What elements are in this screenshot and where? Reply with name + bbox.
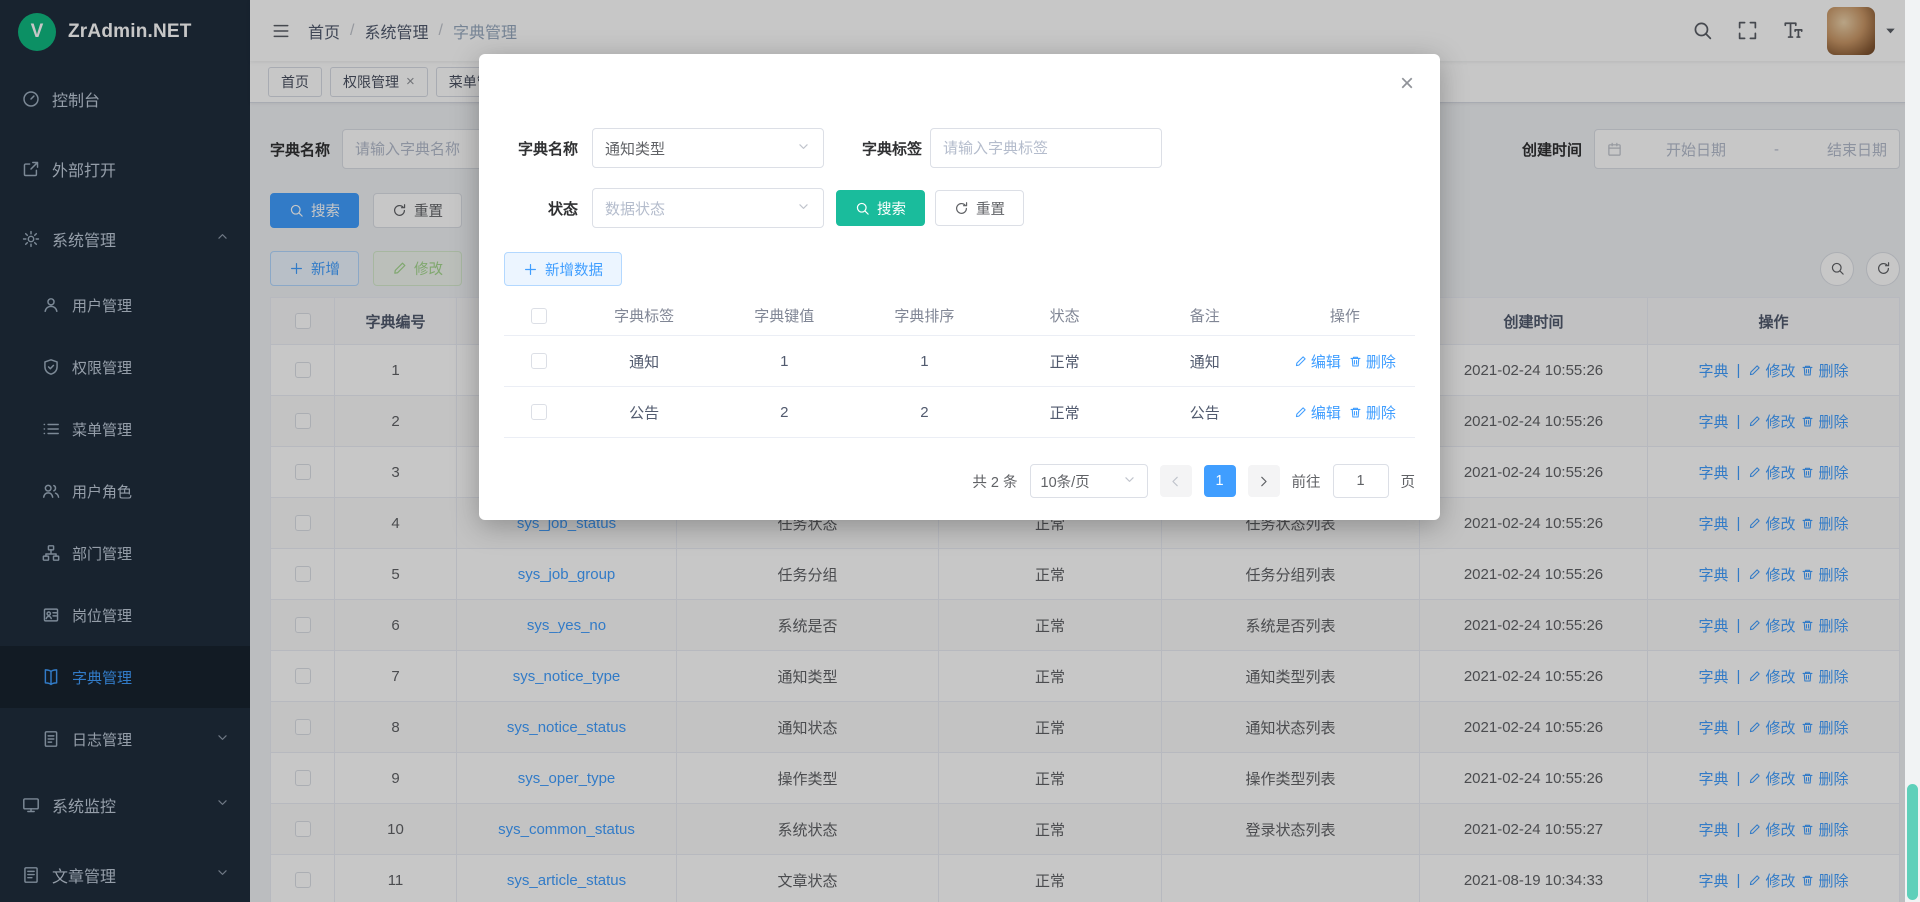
- pagination-total: 共 2 条: [972, 471, 1017, 492]
- cell-dict-sort: 2: [854, 387, 994, 437]
- cell-remark: 公告: [1135, 387, 1275, 437]
- header-dict-label: 字典标签: [574, 296, 714, 335]
- page-scrollbar[interactable]: [1905, 0, 1920, 902]
- cell-status: 正常: [995, 336, 1135, 386]
- edit-row-link[interactable]: 编辑: [1294, 351, 1341, 372]
- cell-status: 正常: [995, 387, 1135, 437]
- dialog-search-button[interactable]: 搜索: [836, 190, 925, 226]
- status-label: 状态: [504, 198, 592, 219]
- goto-label: 前往: [1292, 471, 1321, 492]
- dict-label-label: 字典标签: [848, 138, 922, 159]
- cell-dict-value: 1: [714, 336, 854, 386]
- dialog-form-row: 字典名称 通知类型 字典标签: [504, 128, 1415, 168]
- header-dict-sort: 字典排序: [854, 296, 994, 335]
- header-ops: 操作: [1275, 296, 1415, 335]
- status-select[interactable]: 数据状态: [592, 188, 824, 228]
- row-checkbox[interactable]: [531, 353, 547, 369]
- page-size-select[interactable]: 10条/页: [1030, 464, 1148, 498]
- add-data-label: 新增数据: [545, 259, 603, 280]
- select-all-checkbox[interactable]: [531, 308, 547, 324]
- status-select-placeholder: 数据状态: [605, 198, 665, 219]
- dict-data-table: 字典标签 字典键值 字典排序 状态 备注 操作 通知 1 1 正常 通知 编辑 …: [504, 296, 1415, 438]
- chevron-down-icon: [1122, 472, 1137, 491]
- dialog-reset-label: 重置: [976, 198, 1005, 219]
- dialog-table-row[interactable]: 公告 2 2 正常 公告 编辑 删除: [504, 387, 1415, 438]
- dialog-reset-button[interactable]: 重置: [935, 190, 1024, 226]
- delete-row-link[interactable]: 删除: [1349, 402, 1396, 423]
- dialog-filter-form: 字典名称 通知类型 字典标签 状态 数据状态 搜索 重置: [504, 54, 1415, 228]
- chevron-down-icon: [796, 199, 811, 218]
- dict-name-select-value: 通知类型: [605, 138, 665, 159]
- dialog-table-body: 通知 1 1 正常 通知 编辑 删除 公告 2 2 正常: [504, 336, 1415, 438]
- header-status: 状态: [995, 296, 1135, 335]
- goto-page-input[interactable]: [1333, 464, 1389, 498]
- add-data-button[interactable]: 新增数据: [504, 252, 622, 286]
- prev-page-button[interactable]: [1160, 465, 1192, 497]
- header-remark: 备注: [1135, 296, 1275, 335]
- dialog-table-row[interactable]: 通知 1 1 正常 通知 编辑 删除: [504, 336, 1415, 387]
- header-dict-value: 字典键值: [714, 296, 854, 335]
- goto-unit: 页: [1401, 471, 1416, 492]
- dict-name-select[interactable]: 通知类型: [592, 128, 824, 168]
- scrollbar-thumb[interactable]: [1907, 784, 1918, 900]
- chevron-down-icon: [796, 139, 811, 158]
- dict-name-label: 字典名称: [504, 138, 592, 159]
- cell-dict-sort: 1: [854, 336, 994, 386]
- dialog-search-label: 搜索: [877, 198, 906, 219]
- cell-dict-label: 公告: [574, 387, 714, 437]
- dialog-form-row: 状态 数据状态 搜索 重置: [504, 188, 1415, 228]
- edit-row-link[interactable]: 编辑: [1294, 402, 1341, 423]
- next-page-button[interactable]: [1248, 465, 1280, 497]
- cell-remark: 通知: [1135, 336, 1275, 386]
- delete-row-link[interactable]: 删除: [1349, 351, 1396, 372]
- cell-dict-label: 通知: [574, 336, 714, 386]
- pagination: 共 2 条 10条/页 1 前往 页: [504, 464, 1415, 498]
- dict-label-input[interactable]: [930, 128, 1162, 168]
- row-checkbox[interactable]: [531, 404, 547, 420]
- page-size-value: 10条/页: [1041, 471, 1090, 492]
- dialog-table-header: 字典标签 字典键值 字典排序 状态 备注 操作: [504, 296, 1415, 336]
- cell-dict-value: 2: [714, 387, 854, 437]
- close-icon[interactable]: ×: [1400, 72, 1414, 96]
- dict-data-dialog: × 字典名称 通知类型 字典标签 状态 数据状态 搜索 重置: [479, 54, 1440, 520]
- page-number-button[interactable]: 1: [1204, 465, 1236, 497]
